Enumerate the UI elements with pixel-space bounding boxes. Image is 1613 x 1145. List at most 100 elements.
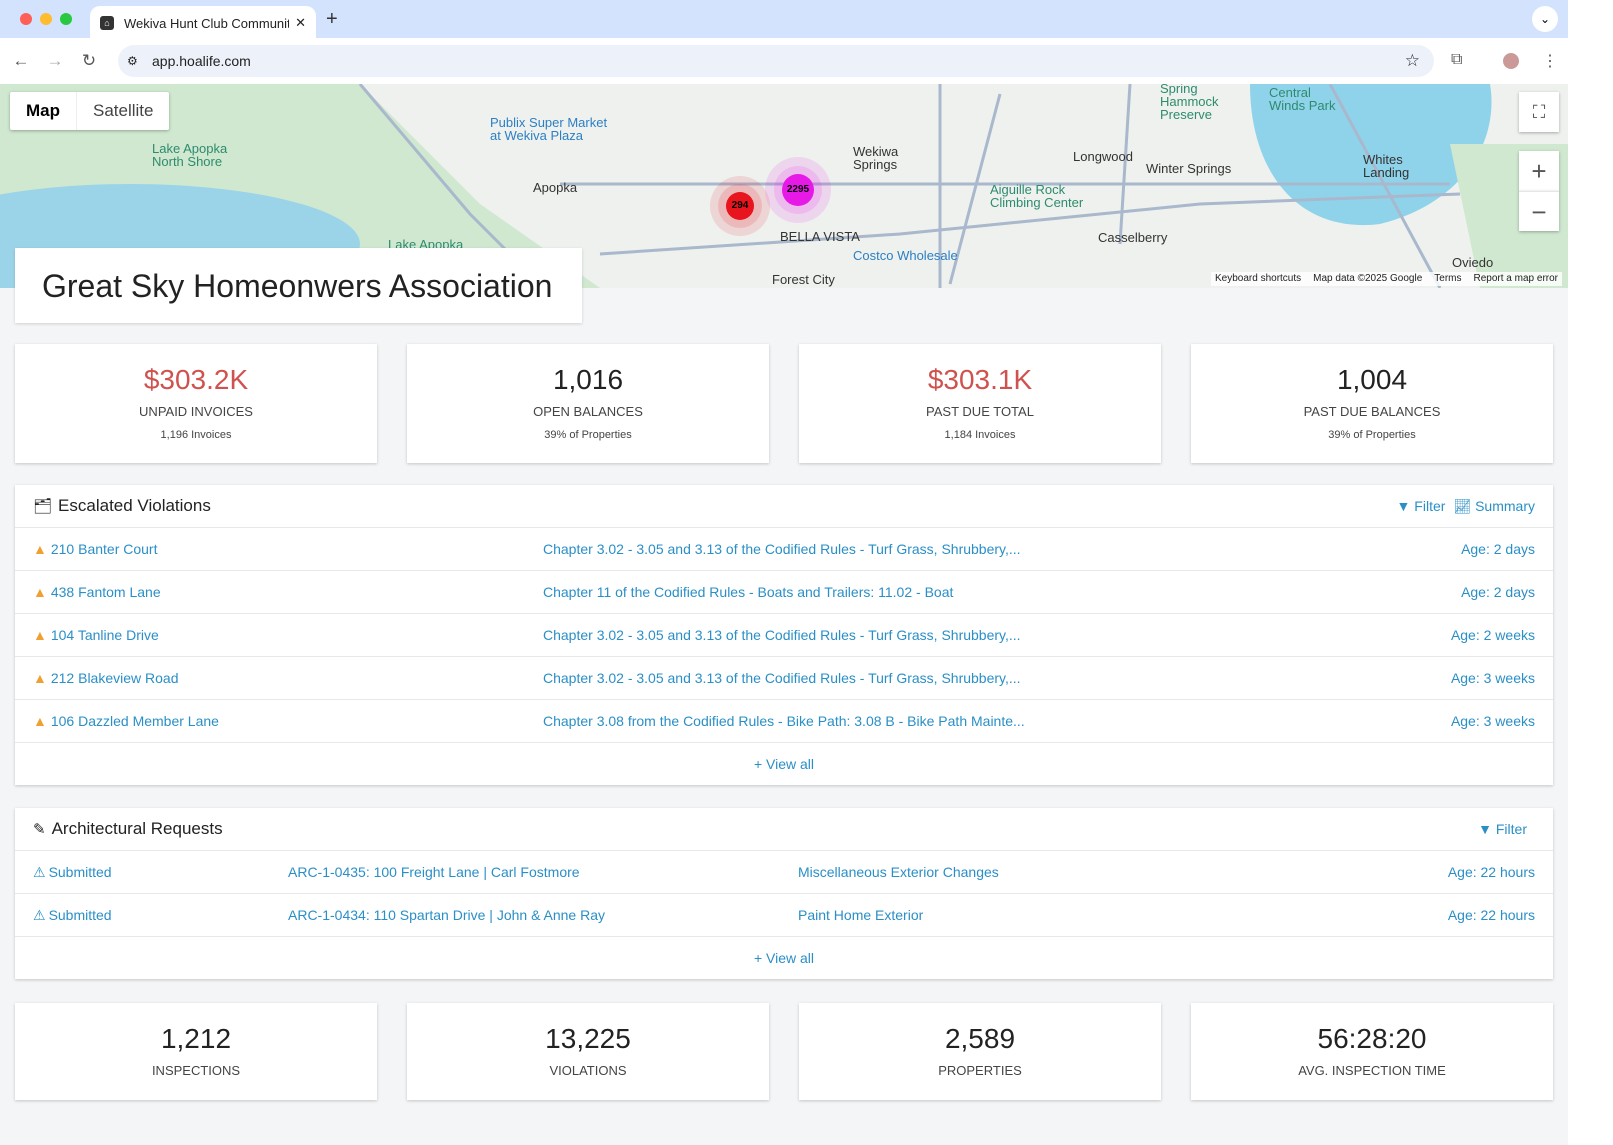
stat-card: 2,589 PROPERTIES bbox=[799, 1003, 1161, 1100]
extensions-icon[interactable]: ⧉ bbox=[1451, 51, 1462, 69]
violation-address-link[interactable]: 438 Fantom Lane bbox=[51, 584, 161, 600]
close-tab-icon[interactable]: ✕ bbox=[295, 15, 306, 31]
violation-rule-link[interactable]: Chapter 3.02 - 3.05 and 3.13 of the Codi… bbox=[543, 541, 1021, 557]
terms-link[interactable]: Terms bbox=[1434, 273, 1461, 285]
panel-title: Architectural Requests bbox=[51, 819, 223, 838]
stat-value: 56:28:20 bbox=[1317, 1023, 1427, 1054]
forward-icon[interactable]: → bbox=[38, 51, 72, 71]
view-all-requests-link[interactable]: + View all bbox=[15, 937, 1553, 979]
page-title: Great Sky Homeonwers Association bbox=[15, 248, 582, 323]
bookmark-star-icon[interactable]: ☆ bbox=[1405, 51, 1420, 71]
stat-card: 13,225 VIOLATIONS bbox=[407, 1003, 769, 1100]
request-status[interactable]: Submitted bbox=[49, 907, 112, 923]
violation-age: Age: 3 weeks bbox=[1450, 713, 1535, 729]
violation-rule-link[interactable]: Chapter 3.02 - 3.05 and 3.13 of the Codi… bbox=[543, 670, 1021, 686]
stat-label: PROPERTIES bbox=[938, 1063, 1022, 1078]
architecture-icon: ✎ bbox=[33, 821, 46, 838]
new-tab-button[interactable]: + bbox=[326, 8, 338, 31]
map-place-label: Winter Springs bbox=[1146, 161, 1232, 176]
avatar[interactable] bbox=[1503, 53, 1519, 69]
stat-value: 1,016 bbox=[552, 364, 624, 395]
tab-search-button[interactable]: ⌄ bbox=[1532, 6, 1558, 32]
panel-title: Escalated Violations bbox=[58, 496, 211, 515]
violation-row: ▲ 212 Blakeview Road Chapter 3.02 - 3.05 a… bbox=[15, 657, 1553, 700]
map-type-map[interactable]: Map bbox=[10, 92, 76, 130]
warning-icon: ▲ bbox=[33, 713, 47, 729]
menu-icon[interactable]: ⋮ bbox=[1542, 51, 1558, 71]
request-row: ⚠ Submitted ARC-1-0435: 100 Freight Lane |… bbox=[15, 851, 1553, 894]
site-settings-icon[interactable]: ⚙ bbox=[127, 54, 138, 68]
violations-icon: 🗂 bbox=[33, 498, 53, 515]
back-icon[interactable]: ← bbox=[4, 51, 38, 71]
request-age: Age: 22 hours bbox=[1447, 907, 1535, 923]
stat-label: PAST DUE TOTAL bbox=[926, 404, 1034, 419]
close-window-button[interactable] bbox=[20, 13, 32, 25]
map-cluster[interactable]: 2295 bbox=[774, 166, 822, 214]
violation-row: ▲ 438 Fantom Lane Chapter 11 of the Codifi… bbox=[15, 571, 1553, 614]
summary-button[interactable]: 📈︎ Summary bbox=[1453, 498, 1535, 515]
maximize-window-button[interactable] bbox=[60, 13, 72, 25]
stat-value: $303.1K bbox=[927, 364, 1033, 395]
map-cluster[interactable]: 294 bbox=[718, 184, 762, 228]
violation-rule-link[interactable]: Chapter 11 of the Codified Rules - Boats… bbox=[543, 584, 953, 600]
stat-label: AVG. INSPECTION TIME bbox=[1298, 1063, 1446, 1078]
request-type-link[interactable]: Paint Home Exterior bbox=[798, 907, 923, 923]
view-all-violations-link[interactable]: + View all bbox=[15, 743, 1553, 785]
stat-card: 1,004 PAST DUE BALANCES 39% of Properties bbox=[1191, 344, 1553, 463]
stat-subtext: 1,196 Invoices bbox=[160, 429, 232, 441]
stat-label: OPEN BALANCES bbox=[533, 404, 643, 419]
request-id-link[interactable]: ARC-1-0435: 100 Freight Lane bbox=[288, 864, 479, 880]
violation-rule-link[interactable]: Chapter 3.08 from the Codified Rules - B… bbox=[543, 713, 1025, 729]
browser-tab[interactable]: ⌂ Wekiva Hunt Club Community ✕ bbox=[90, 6, 316, 40]
address-bar[interactable]: ⚙ app.hoalife.com ☆ bbox=[118, 45, 1434, 77]
violation-address-link[interactable]: 104 Tanline Drive bbox=[51, 627, 159, 643]
zoom-out-button[interactable]: − bbox=[1519, 191, 1559, 231]
map-type-control: Map Satellite bbox=[10, 92, 170, 130]
request-owner-link[interactable]: | Carl Fostmore bbox=[483, 864, 579, 880]
violation-age: Age: 2 days bbox=[1461, 541, 1535, 557]
home-icon: ⌂ bbox=[100, 16, 114, 30]
violation-age: Age: 2 days bbox=[1461, 584, 1535, 600]
map-type-satellite[interactable]: Satellite bbox=[76, 92, 169, 130]
request-owner-link[interactable]: | John & Anne Ray bbox=[489, 907, 605, 923]
map-place-label: Casselberry bbox=[1098, 230, 1168, 245]
warning-outline-icon: ⚠ bbox=[33, 863, 46, 880]
warning-outline-icon: ⚠ bbox=[33, 906, 46, 923]
stat-subtext: 1,184 Invoices bbox=[944, 429, 1016, 441]
stat-value: 1,004 bbox=[1336, 364, 1408, 395]
report-map-error-link[interactable]: Report a map error bbox=[1474, 273, 1558, 285]
violation-address-link[interactable]: 106 Dazzled Member Lane bbox=[51, 713, 219, 729]
warning-icon: ▲ bbox=[33, 541, 47, 557]
request-status[interactable]: Submitted bbox=[49, 864, 112, 880]
stat-value: 1,212 bbox=[160, 1023, 232, 1054]
reload-icon[interactable]: ↻ bbox=[72, 51, 106, 71]
stat-label: PAST DUE BALANCES bbox=[1303, 404, 1441, 419]
map-place-label: Costco Wholesale bbox=[853, 248, 958, 263]
violation-age: Age: 3 weeks bbox=[1450, 670, 1535, 686]
minimize-window-button[interactable] bbox=[40, 13, 52, 25]
map-place-label: Whites Landing bbox=[1363, 152, 1410, 180]
violation-address-link[interactable]: 210 Banter Court bbox=[51, 541, 158, 557]
keyboard-shortcuts-link[interactable]: Keyboard shortcuts bbox=[1215, 273, 1301, 285]
fullscreen-button[interactable]: ⛶ bbox=[1519, 92, 1559, 132]
map-place-label: Wekiwa Springs bbox=[853, 144, 899, 172]
zoom-in-button[interactable]: + bbox=[1519, 151, 1559, 191]
stat-label: VIOLATIONS bbox=[549, 1063, 627, 1078]
filter-button[interactable]: ▼ Filter bbox=[1397, 498, 1446, 515]
violation-rule-link[interactable]: Chapter 3.02 - 3.05 and 3.13 of the Codi… bbox=[543, 627, 1021, 643]
warning-icon: ▲ bbox=[33, 584, 47, 600]
map-place-label: Oviedo bbox=[1452, 255, 1494, 270]
map-place-label: Longwood bbox=[1073, 149, 1133, 164]
warning-icon: ▲ bbox=[33, 627, 47, 643]
request-age: Age: 22 hours bbox=[1447, 864, 1535, 880]
filter-button[interactable]: ▼ Filter bbox=[1478, 821, 1527, 837]
stat-subtext: 39% of Properties bbox=[1328, 429, 1416, 441]
violation-address-link[interactable]: 212 Blakeview Road bbox=[51, 670, 179, 686]
map-data-text: Map data ©2025 Google bbox=[1313, 273, 1423, 284]
stat-card: 56:28:20 AVG. INSPECTION TIME bbox=[1191, 1003, 1553, 1100]
map-place-label: Apopka bbox=[533, 180, 578, 195]
request-type-link[interactable]: Miscellaneous Exterior Changes bbox=[798, 864, 999, 880]
violation-row: ▲ 106 Dazzled Member Lane Chapter 3.08 fro… bbox=[15, 700, 1553, 743]
violation-age: Age: 2 weeks bbox=[1450, 627, 1535, 643]
request-id-link[interactable]: ARC-1-0434: 110 Spartan Drive bbox=[288, 907, 485, 923]
